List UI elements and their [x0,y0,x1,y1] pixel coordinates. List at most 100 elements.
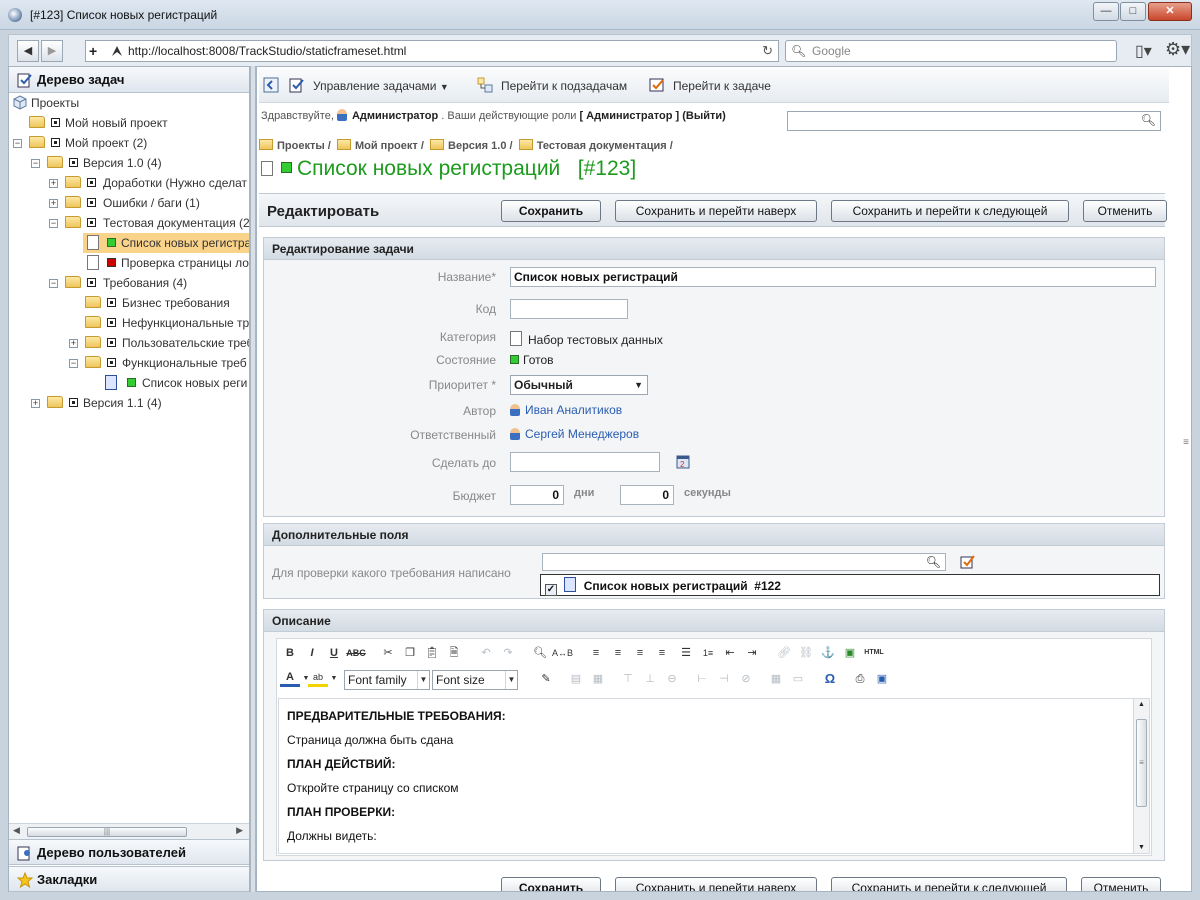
editor-vertical-scrollbar[interactable]: ▲ ≡ ▼ [1133,699,1149,853]
font-size-select[interactable]: Font size ▼ [432,670,518,690]
bullet-list-icon[interactable]: ☰ [676,644,696,662]
expand-icon[interactable]: + [49,179,58,188]
cut-icon[interactable]: ✂ [378,644,398,662]
underline-icon[interactable]: U [324,644,344,662]
delete-row-icon[interactable]: ⊖ [662,670,682,688]
align-left-icon[interactable]: ≡ [586,644,606,662]
chevron-down-icon[interactable]: ▼ [324,670,344,688]
table-cell-icon[interactable]: ▦ [588,670,608,688]
page-menu-icon[interactable]: ▯▾ [1135,41,1152,61]
bold-icon[interactable]: B [280,644,300,662]
paste-word-icon[interactable]: 🗎︎ [444,644,464,662]
forward-icon[interactable]: ▶ [41,40,63,62]
font-family-select[interactable]: Font family ▼ [344,670,430,690]
copy-icon[interactable]: ❐ [400,644,420,662]
collapse-icon[interactable]: − [69,359,78,368]
omega-icon[interactable]: Ω [820,670,840,688]
requirement-search-input[interactable]: 🔍︎ [542,553,946,571]
align-right-icon[interactable]: ≡ [630,644,650,662]
logout-link[interactable]: (Выйти) [682,110,726,122]
task-search-input[interactable]: 🔍︎ [787,111,1161,131]
collapse-icon[interactable]: − [49,219,58,228]
scroll-right-icon[interactable]: ▶ [236,825,243,836]
collapse-icon[interactable]: − [49,279,58,288]
delete-col-icon[interactable]: ⊘ [736,670,756,688]
add-bookmark-icon[interactable]: + [89,41,97,61]
search-icon[interactable]: 🔍︎ [926,553,941,571]
code-input[interactable] [510,299,628,319]
collapse-icon[interactable]: − [31,159,40,168]
author-link[interactable]: Иван Аналитиков [525,403,622,417]
budget-seconds-input[interactable]: 0 [620,485,674,505]
image-icon[interactable]: ▣ [840,644,860,662]
tree-item-improvements[interactable]: + Доработки (Нужно сделат [9,173,249,193]
close-button[interactable]: ✕ [1148,2,1192,21]
tree-item-bugs[interactable]: + Ошибки / баги (1) [9,193,249,213]
edit-icon[interactable]: ✎ [536,670,556,688]
expand-icon[interactable]: + [69,339,78,348]
redo-icon[interactable]: ↷ [498,644,518,662]
undo-icon[interactable]: ↶ [476,644,496,662]
html-icon[interactable]: HTML [864,644,884,662]
save-button-bottom[interactable]: Сохранить [501,877,601,891]
tree-item-my-project[interactable]: − Мой проект (2) [9,133,249,153]
go-to-task-link[interactable]: Перейти к задаче [673,79,771,93]
budget-days-input[interactable]: 0 [510,485,564,505]
bookmarks-header[interactable]: Закладки [9,866,249,892]
priority-select[interactable]: Обычный ▼ [510,375,648,395]
checkbox-checked[interactable]: ✓ [545,584,557,596]
tree-item-functional-req[interactable]: − Функциональные треб [9,353,249,373]
paste-icon[interactable]: 📋︎ [422,644,442,662]
tree-item-new-registrations-selected[interactable]: Список новых регистрац [83,233,249,253]
tree-item-new-registrations-req[interactable]: Список новых реги [9,373,249,393]
strikethrough-icon[interactable]: ABC [346,644,366,662]
tree-item-version-1-0[interactable]: − Версия 1.0 (4) [9,153,249,173]
merge-cells-icon[interactable]: ▭ [788,670,808,688]
name-input[interactable]: Список новых регистраций [510,267,1156,287]
scrollbar-thumb[interactable]: ||| [27,827,187,837]
breadcrumb-test-docs[interactable]: Тестовая документация [537,140,667,152]
table-row-icon[interactable]: ▤ [566,670,586,688]
tree-item-version-1-1[interactable]: + Версия 1.1 (4) [9,393,249,413]
tree-item-my-new-project[interactable]: Мой новый проект [9,113,249,133]
tree-item-user-req[interactable]: + Пользовательские треб [9,333,249,353]
back-icon[interactable]: ◀ [17,40,39,62]
task-tree-header[interactable]: Дерево задач [9,67,249,93]
cancel-button-bottom[interactable]: Отменить [1081,877,1161,891]
deadline-input[interactable] [510,452,660,472]
reload-icon[interactable]: ↻ [762,41,773,61]
breadcrumb-my-project[interactable]: Мой проект [355,140,418,152]
align-center-icon[interactable]: ≡ [608,644,628,662]
replace-icon[interactable]: A↔B [552,644,573,662]
manage-tasks-menu[interactable]: Управление задачами ▼ [313,79,449,93]
browser-search-input[interactable]: 🔍︎ Google [785,40,1117,62]
justify-icon[interactable]: ≡ [652,644,672,662]
outdent-icon[interactable]: ⇤ [720,644,740,662]
editor-content[interactable]: ПРЕДВАРИТЕЛЬНЫЕ ТРЕБОВАНИЯ: Страница дол… [278,698,1150,854]
resize-grip-icon[interactable]: ≡ [1183,437,1189,448]
numbered-list-icon[interactable]: 1≡ [698,644,718,662]
selected-requirement-item[interactable]: ✓ Список новых регистраций #122 [540,574,1160,596]
tree-item-login-page-check[interactable]: Проверка страницы ло [83,253,249,273]
anchor-icon[interactable]: ⚓ [818,644,838,662]
indent-icon[interactable]: ⇥ [742,644,762,662]
scroll-up-icon[interactable]: ▲ [1138,701,1145,708]
tree-item-test-docs[interactable]: − Тестовая документация (2) [9,213,249,233]
save-and-go-up-button-bottom[interactable]: Сохранить и перейти наверх [615,877,817,891]
save-and-next-button-bottom[interactable]: Сохранить и перейти к следующей [831,877,1067,891]
minimize-button[interactable]: — [1093,2,1119,21]
table-icon[interactable]: ▦ [766,670,786,688]
breadcrumb-version[interactable]: Версия 1.0 [448,140,506,152]
tree-item-business-req[interactable]: Бизнес требования [9,293,249,313]
cancel-button[interactable]: Отменить [1083,200,1167,222]
calendar-icon[interactable]: 2 [676,454,690,469]
tree-item-nonfunctional-req[interactable]: Нефункциональные тр [9,313,249,333]
link-icon[interactable]: 🔗︎ [774,644,794,662]
gear-icon[interactable]: ⚙▾ [1165,39,1190,60]
expand-icon[interactable]: + [49,199,58,208]
search-icon[interactable]: 🔍︎ [1141,113,1156,127]
responsible-link[interactable]: Сергей Менеджеров [525,427,639,441]
insert-col-after-icon[interactable]: ⊣ [714,670,734,688]
scrollbar-thumb[interactable]: ≡ [1136,719,1147,807]
select-task-icon[interactable] [960,554,976,570]
